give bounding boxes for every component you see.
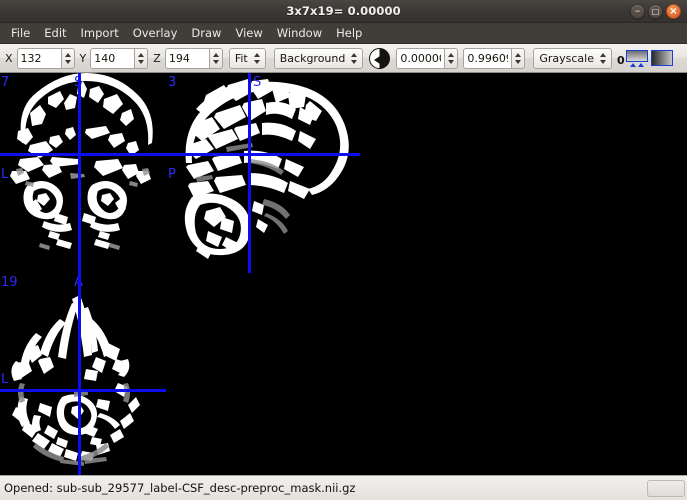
chevron-up-icon[interactable] [138, 52, 145, 57]
menu-item-file[interactable]: File [4, 24, 37, 42]
chevron-down-icon[interactable] [515, 59, 522, 64]
select-arrows-icon[interactable] [600, 52, 606, 64]
sagittal-slice-image [166, 73, 360, 273]
status-message: Opened: sub-sub_29577_label-CSF_desc-pre… [4, 481, 356, 495]
colorbar-handles-icon[interactable] [629, 62, 644, 67]
window-controls: – □ × [630, 0, 681, 23]
chevron-up-icon [351, 52, 358, 57]
axial-label-left: L [1, 372, 9, 387]
display-max-stepper[interactable] [463, 47, 526, 69]
colormap-select[interactable]: Grayscale [533, 47, 612, 69]
y-stepper-arrows[interactable] [134, 47, 149, 69]
minimize-icon: – [634, 3, 641, 17]
chevron-up-icon [600, 52, 606, 57]
layer-select[interactable]: Background [273, 47, 364, 69]
sagittal-label-posterior: P [168, 167, 176, 182]
ortho-canvas[interactable]: 7 S L [0, 73, 687, 475]
display-max-input[interactable] [463, 47, 512, 69]
minimize-button[interactable]: – [630, 4, 645, 19]
coronal-label-top-left: 7 [1, 75, 10, 90]
z-coordinate-input[interactable] [164, 47, 209, 69]
chevron-down-icon[interactable] [138, 59, 145, 64]
sagittal-label-superior: S [253, 75, 262, 90]
chevron-up-icon [253, 52, 260, 57]
menu-bar: File Edit Import Overlay Draw View Windo… [0, 23, 687, 44]
coronal-slice-image [0, 73, 166, 273]
menu-item-overlay[interactable]: Overlay [126, 24, 185, 42]
zoom-mode-value: Fit [234, 51, 248, 65]
window-title: 3x7x19= 0.00000 [286, 4, 401, 18]
colorbar-zero-label: 0 [617, 53, 625, 67]
coronal-panel[interactable]: 7 S L [0, 73, 166, 273]
colorbar-widget[interactable]: 0 [617, 49, 673, 67]
coronal-label-left: L [1, 167, 9, 182]
sagittal-label-top-left: 3 [168, 75, 177, 90]
colorbar-preview-icon[interactable] [650, 50, 673, 66]
resize-grip[interactable] [647, 480, 685, 497]
chevron-up-icon[interactable] [515, 52, 522, 57]
maximize-button[interactable]: □ [648, 4, 663, 19]
zoom-mode-select[interactable]: Fit [228, 47, 266, 69]
chevron-up-icon[interactable] [212, 52, 219, 57]
z-coordinate-label: Z [153, 51, 161, 65]
axial-panel[interactable]: 19 A L [0, 273, 166, 475]
axial-crosshair-horizontal [0, 389, 166, 392]
sagittal-crosshair-vertical [248, 73, 251, 273]
menu-item-draw[interactable]: Draw [184, 24, 228, 42]
y-coordinate-stepper[interactable] [90, 47, 149, 69]
close-button[interactable]: × [666, 4, 681, 19]
chevron-down-icon[interactable] [212, 59, 219, 64]
select-arrows-icon[interactable] [351, 52, 358, 64]
display-min-stepper[interactable] [396, 47, 459, 69]
application-window: 3x7x19= 0.00000 – □ × File Edit Import O… [0, 0, 687, 500]
menu-item-window[interactable]: Window [270, 24, 329, 42]
maximize-icon: □ [651, 6, 660, 16]
axial-slice-image [0, 273, 166, 475]
chevron-down-icon [253, 59, 260, 64]
colorbar-range-icon[interactable] [625, 49, 648, 67]
axial-crosshair-vertical [78, 273, 81, 475]
chevron-down-icon[interactable] [448, 59, 455, 64]
status-bar: Opened: sub-sub_29577_label-CSF_desc-pre… [0, 475, 687, 500]
chevron-up-icon[interactable] [448, 52, 455, 57]
title-bar: 3x7x19= 0.00000 – □ × [0, 0, 687, 23]
menu-item-edit[interactable]: Edit [37, 24, 73, 42]
colormap-value: Grayscale [539, 51, 594, 65]
contrast-icon[interactable] [369, 47, 391, 69]
colorbar-gradient-icon [625, 49, 648, 62]
display-min-input[interactable] [396, 47, 445, 69]
x-stepper-arrows[interactable] [60, 47, 75, 69]
x-coordinate-label: X [5, 51, 13, 65]
close-icon: × [669, 5, 678, 17]
display-min-arrows[interactable] [444, 47, 459, 69]
menu-item-help[interactable]: Help [329, 24, 369, 42]
chevron-up-icon[interactable] [64, 52, 71, 57]
y-coordinate-label: Y [79, 51, 87, 65]
x-coordinate-input[interactable] [16, 47, 61, 69]
z-coordinate-stepper[interactable] [164, 47, 223, 69]
menu-item-import[interactable]: Import [74, 24, 126, 42]
sagittal-panel[interactable]: 3 S P [166, 73, 360, 273]
z-stepper-arrows[interactable] [208, 47, 223, 69]
layer-select-value: Background [279, 51, 346, 65]
toolbar: X Y Z Fit [0, 44, 687, 73]
coronal-crosshair-horizontal [0, 153, 166, 156]
coronal-crosshair-vertical [78, 73, 81, 273]
display-max-arrows[interactable] [511, 47, 526, 69]
axial-label-top-left: 19 [1, 275, 18, 290]
chevron-down-icon [351, 59, 358, 64]
menu-item-view[interactable]: View [228, 24, 269, 42]
chevron-down-icon [600, 59, 606, 64]
chevron-down-icon[interactable] [64, 59, 71, 64]
select-arrows-icon[interactable] [253, 52, 260, 64]
y-coordinate-input[interactable] [90, 47, 135, 69]
sagittal-crosshair-horizontal [166, 153, 360, 156]
x-coordinate-stepper[interactable] [16, 47, 75, 69]
